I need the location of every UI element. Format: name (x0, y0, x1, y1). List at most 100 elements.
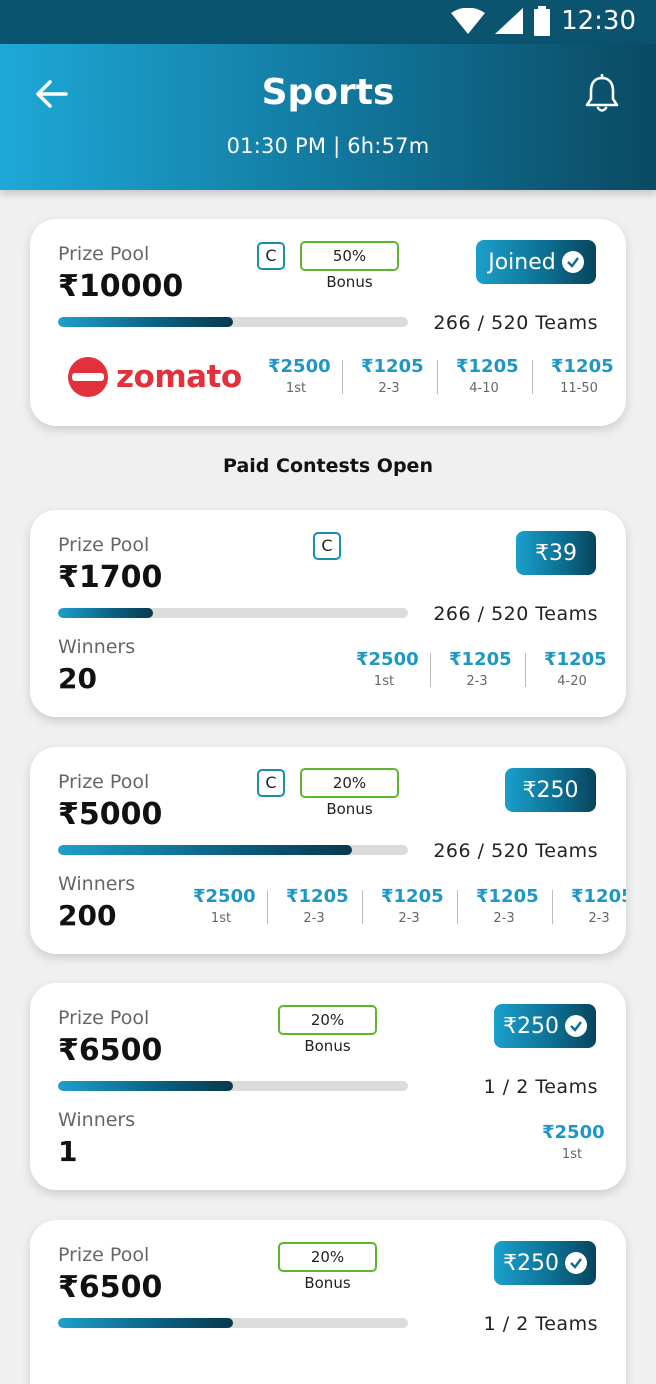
prize-tier-rank: 11-50 (560, 381, 598, 396)
divider (532, 360, 533, 394)
winners-count: 20 (58, 662, 97, 695)
divider (430, 653, 431, 687)
teams-count: 1 / 2 Teams (483, 1313, 598, 1335)
winners-count: 1 (58, 1135, 78, 1168)
prize-tier-amount: ₹1205 (381, 886, 444, 907)
prize-tier: ₹2500 1st (542, 1122, 605, 1162)
winners-label: Winners (58, 636, 136, 658)
progress-bar (58, 1318, 408, 1328)
cellular-signal-icon (495, 8, 524, 34)
contest-card[interactable]: Prize Pool ₹6500 20% Bonus ₹250 1 / 2 Te… (30, 983, 626, 1190)
contest-card[interactable]: Prize Pool ₹5000 C 20% Bonus ₹250 266 / … (30, 747, 626, 954)
prize-tier-rank: 1st (210, 911, 232, 926)
prize-tier-amount: ₹1205 (456, 356, 519, 377)
check-circle-icon (561, 251, 584, 273)
prize-tier-rank: 2-3 (398, 911, 420, 926)
entry-fee-button[interactable]: ₹250 (505, 768, 596, 812)
sponsor-name: zomato (116, 359, 242, 395)
prize-tier: ₹1205 2-3 (476, 886, 539, 926)
prize-tier-amount: ₹2500 (356, 649, 419, 670)
prize-tier-amount: ₹1205 (571, 886, 626, 907)
divider (267, 890, 268, 924)
prize-tier-amount: ₹1205 (476, 886, 539, 907)
prize-tier-rank: 4-10 (469, 381, 499, 396)
confirmed-tag: C (257, 242, 285, 270)
entry-fee-label: ₹39 (535, 540, 577, 566)
prize-tier-amount: ₹2500 (193, 886, 256, 907)
prize-pool-label: Prize Pool (58, 243, 150, 265)
progress-bar (58, 608, 408, 618)
teams-count: 1 / 2 Teams (483, 1076, 598, 1098)
prize-tier: ₹2500 1st (268, 356, 331, 396)
prize-tier-amount: ₹1205 (361, 356, 424, 377)
check-circle-icon (565, 1015, 587, 1037)
prize-tier-amount: ₹1205 (286, 886, 349, 907)
page-title: Sports (261, 72, 395, 113)
prize-tier-amount: ₹2500 (268, 356, 331, 377)
divider (525, 653, 526, 687)
section-title: Paid Contests Open (223, 455, 433, 477)
entry-fee-button[interactable]: ₹250 (494, 1241, 596, 1285)
battery-icon (534, 6, 551, 36)
divider (457, 890, 458, 924)
bonus-badge: 20% Bonus (278, 1005, 377, 1055)
prize-tier-rank: 2-3 (303, 911, 325, 926)
prize-tier: ₹1205 4-10 (456, 356, 519, 396)
check-circle-icon (565, 1252, 587, 1274)
prize-tier-rank: 2-3 (493, 911, 515, 926)
prize-tier: ₹1205 4-20 (544, 649, 607, 689)
prize-tier-amount: ₹1205 (544, 649, 607, 670)
prize-tier: ₹1205 2-3 (361, 356, 424, 396)
prize-tier-amount: ₹1205 (449, 649, 512, 670)
contest-card[interactable]: Prize Pool ₹1700 C ₹39 266 / 520 Teams W… (30, 510, 626, 717)
progress-bar (58, 1081, 408, 1091)
bell-icon[interactable] (584, 74, 620, 114)
prize-tier-amount: ₹1205 (551, 356, 614, 377)
progress-fill (58, 1081, 233, 1091)
entry-fee-label: ₹250 (503, 1013, 559, 1039)
sponsor-logo: zomato (66, 355, 242, 399)
entry-fee-button[interactable]: ₹39 (516, 531, 596, 575)
joined-button-label: Joined (488, 249, 556, 275)
confirmed-tag: C (257, 769, 285, 797)
winners-label: Winners (58, 873, 136, 895)
prize-pool-amount: ₹6500 (58, 1270, 163, 1305)
prize-tier-rank: 2-3 (466, 674, 488, 689)
confirmed-tag: C (313, 532, 341, 560)
app-header: Sports 01:30 PM | 6h:57m (0, 44, 656, 190)
prize-tier: ₹1205 2-3 (381, 886, 444, 926)
progress-fill (58, 317, 233, 327)
divider (437, 360, 438, 394)
progress-fill (58, 845, 352, 855)
divider (552, 890, 553, 924)
prize-pool-label: Prize Pool (58, 1244, 150, 1266)
progress-fill (58, 608, 153, 618)
prize-tier: ₹1205 2-3 (449, 649, 512, 689)
contest-card[interactable]: Prize Pool ₹6500 20% Bonus ₹250 1 / 2 Te… (30, 1220, 626, 1384)
match-time: 01:30 PM | 6h:57m (226, 134, 430, 158)
entry-fee-label: ₹250 (503, 1250, 559, 1276)
prize-tier: ₹1205 11-50 (551, 356, 614, 396)
divider (362, 890, 363, 924)
prize-pool-label: Prize Pool (58, 1007, 150, 1029)
teams-count: 266 / 520 Teams (433, 840, 598, 862)
progress-fill (58, 1318, 233, 1328)
bonus-badge: 20% Bonus (278, 1242, 377, 1292)
contest-card[interactable]: Prize Pool ₹10000 C 50% Bonus Joined 266… (30, 219, 626, 426)
progress-bar (58, 317, 408, 327)
prize-pool-label: Prize Pool (58, 771, 150, 793)
wifi-icon (451, 8, 486, 34)
prize-tier-rank: 4-20 (557, 674, 587, 689)
prize-pool-amount: ₹10000 (58, 269, 184, 304)
prize-pool-amount: ₹6500 (58, 1033, 163, 1068)
status-icons: 12:30 (451, 6, 636, 36)
joined-button[interactable]: Joined (476, 240, 596, 284)
prize-pool-amount: ₹1700 (58, 560, 163, 595)
prize-tier: ₹2500 1st (356, 649, 419, 689)
prize-tier-rank: 2-3 (588, 911, 610, 926)
prize-tier-rank: 1st (285, 381, 307, 396)
divider (342, 360, 343, 394)
winners-count: 200 (58, 899, 117, 932)
entry-fee-button[interactable]: ₹250 (494, 1004, 596, 1048)
progress-bar (58, 845, 408, 855)
